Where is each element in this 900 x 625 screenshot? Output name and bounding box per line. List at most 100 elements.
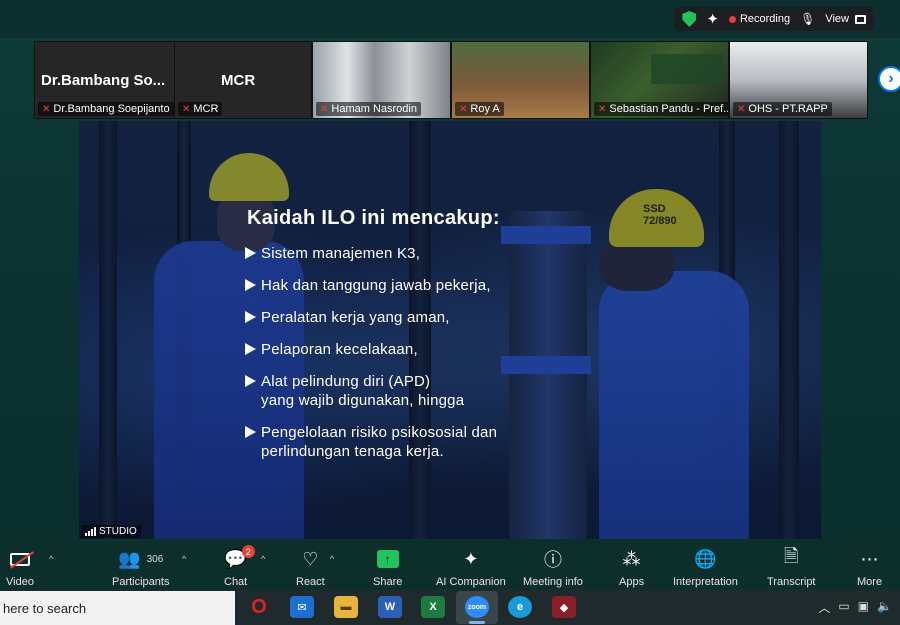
mic-muted-icon: ✕ — [737, 103, 746, 115]
excel-icon[interactable]: X — [421, 596, 445, 618]
ai-companion-button[interactable]: ✦ AI Companion — [436, 548, 506, 590]
chevron-up-icon[interactable]: ︿ — [818, 599, 830, 616]
recording-indicator[interactable]: Recording — [728, 13, 790, 25]
participant-name: Roy A — [470, 103, 500, 115]
share-button[interactable]: ↑ Share — [373, 548, 402, 590]
participants-count: 306 — [146, 553, 164, 565]
meeting-toolbar: Video ^ 👥 306 Participants ^ 💬 2 Chat ^ ♡ … — [0, 540, 900, 590]
slide-bullet: Pengelolaan risiko psikososial dan perli… — [245, 423, 500, 461]
bullet-text: Sistem manajemen K3, — [261, 245, 421, 262]
bullet-triangle-icon — [245, 426, 256, 438]
globe-icon: 🌐 — [694, 548, 717, 569]
participant-tile[interactable]: ✕ Roy A — [451, 41, 590, 119]
participants-button[interactable]: 👥 306 Participants — [112, 548, 169, 590]
participant-name: Sebastian Pandu - Pref... — [609, 103, 729, 115]
next-participants-button[interactable]: › — [878, 66, 900, 92]
meeting-info-button[interactable]: ⓘ Meeting info — [523, 548, 583, 590]
transcript-label: Transcript — [767, 576, 816, 588]
chat-options-chevron-icon[interactable]: ^ — [261, 554, 265, 564]
participant-name: Dr.Bambang Soepijanto — [53, 103, 170, 115]
participants-icon: 👥 — [118, 548, 141, 569]
more-dots-icon: ⋯ — [860, 548, 879, 569]
mic-icon[interactable]: 🎙 — [800, 12, 815, 26]
bullet-triangle-icon — [245, 279, 256, 291]
participant-tile[interactable]: ✕ Sebastian Pandu - Pref... — [590, 41, 729, 119]
video-background-graphic — [651, 54, 723, 84]
mic-muted-icon: ✕ — [320, 103, 329, 115]
bullet-text: Pengelolaan risiko psikososial dan perli… — [261, 424, 498, 460]
video-button[interactable]: Video — [6, 548, 34, 590]
slide-content: Kaidah ILO ini mencakup: Sistem manajeme… — [245, 207, 500, 474]
more-button[interactable]: ⋯ More — [857, 548, 882, 590]
participant-tile[interactable]: Dr.Bambang So... ✕ Dr.Bambang Soepijanto — [34, 41, 174, 119]
participant-name-label: ✕ OHS - PT.RAPP — [733, 102, 832, 116]
participant-strip: Dr.Bambang So... ✕ Dr.Bambang Soepijanto… — [34, 41, 868, 119]
slide-bullet: Pelaporan kecelakaan, — [245, 340, 500, 359]
signal-bars-icon — [85, 527, 96, 536]
edge-icon[interactable]: e — [508, 596, 532, 618]
participant-tile[interactable]: ✕ Hamam Nasrodin — [312, 41, 451, 119]
video-label: Video — [6, 576, 34, 588]
video-options-chevron-icon[interactable]: ^ — [49, 554, 53, 564]
recording-dot-icon — [728, 15, 736, 23]
opera-icon[interactable]: O — [247, 596, 271, 618]
heart-icon: ♡ — [302, 548, 319, 569]
bullet-text: Peralatan kerja yang aman, — [261, 309, 450, 326]
word-icon[interactable]: W — [378, 596, 402, 618]
meeting-status-pill: ✦ Recording 🎙 View — [674, 7, 874, 31]
interpretation-button[interactable]: 🌐 Interpretation — [673, 548, 738, 590]
transcript-button[interactable]: 🗎 Transcript — [767, 546, 816, 590]
participant-name-label: ✕ Dr.Bambang Soepijanto — [38, 102, 174, 116]
react-label: React — [296, 576, 325, 588]
bullet-triangle-icon — [245, 375, 256, 387]
participant-name: Hamam Nasrodin — [331, 103, 417, 115]
mail-icon[interactable]: ✉ — [290, 596, 314, 618]
react-options-chevron-icon[interactable]: ^ — [330, 554, 334, 564]
chat-button[interactable]: 💬 2 Chat — [224, 545, 255, 590]
apps-button[interactable]: ⁂ Apps — [619, 548, 644, 590]
bullet-triangle-icon — [245, 311, 256, 323]
participants-options-chevron-icon[interactable]: ^ — [182, 554, 186, 564]
slide-title: Kaidah ILO ini mencakup: — [247, 207, 500, 229]
ai-companion-label: AI Companion — [436, 576, 506, 588]
app-icon[interactable]: ◆ — [552, 596, 576, 618]
participant-name-label: ✕ MCR — [178, 102, 223, 116]
slide-bullet: Sistem manajemen K3, — [245, 244, 500, 263]
file-explorer-icon[interactable]: ▬ — [334, 596, 358, 618]
system-tray: ︿ ▭ ▣ 🔈 — [818, 599, 892, 616]
video-off-icon — [9, 552, 30, 566]
bullet-triangle-icon — [245, 343, 256, 355]
top-bar: ✦ Recording 🎙 View — [0, 0, 900, 38]
speaker-icon[interactable]: 🔈 — [877, 599, 892, 616]
participants-label: Participants — [112, 576, 170, 588]
grid-view-icon — [855, 14, 866, 24]
participant-tile[interactable]: ✕ OHS - PT.RAPP — [729, 41, 868, 119]
share-screen-icon: ↑ — [376, 550, 399, 568]
shield-check-icon[interactable] — [682, 11, 697, 27]
slide-bullet: Hak dan tanggung jawab pekerja, — [245, 276, 500, 295]
studio-label: STUDIO — [99, 526, 137, 537]
mic-muted-icon: ✕ — [42, 103, 51, 115]
view-button[interactable]: View — [825, 13, 866, 25]
zoom-icon[interactable]: zoom — [465, 596, 489, 618]
bullet-text: Hak dan tanggung jawab pekerja, — [261, 277, 491, 294]
sparkle-icon[interactable]: ✦ — [706, 10, 719, 28]
participant-name-label: ✕ Roy A — [455, 102, 504, 116]
studio-badge: STUDIO — [81, 525, 141, 538]
taskbar-search-text: here to search — [3, 600, 87, 616]
taskbar-search-box[interactable]: here to search — [0, 591, 235, 625]
network-icon[interactable]: ▣ — [858, 599, 869, 616]
battery-icon[interactable]: ▭ — [838, 599, 849, 616]
view-label: View — [825, 13, 849, 25]
participant-tile[interactable]: MCR ✕ MCR — [174, 41, 312, 119]
shared-screen: SSD 72/890 Kaidah ILO ini mencakup: Sist… — [79, 121, 821, 539]
participant-name-label: ✕ Hamam Nasrodin — [316, 102, 421, 116]
chat-label: Chat — [224, 576, 248, 588]
mic-muted-icon: ✕ — [459, 103, 468, 115]
chevron-right-icon: › — [888, 70, 894, 87]
meeting-info-label: Meeting info — [523, 576, 583, 588]
more-label: More — [857, 576, 883, 588]
info-icon: ⓘ — [543, 550, 562, 570]
slide-bullet: Alat pelindung diri (APD) yang wajib dig… — [245, 372, 500, 410]
react-button[interactable]: ♡ React — [296, 548, 325, 590]
